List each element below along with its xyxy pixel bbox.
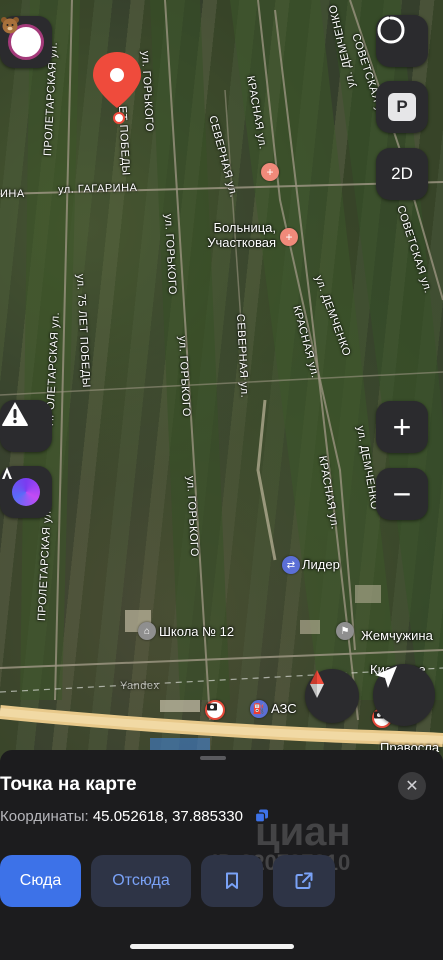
minus-icon: − [392, 476, 412, 512]
road-alert-button[interactable] [0, 400, 52, 452]
alice-assistant-button[interactable] [0, 466, 52, 518]
navigation-arrow-icon [375, 666, 397, 688]
home-indicator[interactable] [130, 944, 294, 949]
my-location-button[interactable] [373, 664, 435, 726]
coordinates-label: Координаты: [0, 808, 89, 825]
cian-watermark: циан [205, 810, 351, 855]
poi-label-lider[interactable]: Лидер [302, 557, 340, 572]
street-label-gagarina: ул. ГАГАРИНА [57, 181, 138, 196]
close-icon: ✕ [405, 778, 419, 795]
sheet-grabber[interactable] [200, 756, 226, 760]
fuel-station-icon[interactable]: ⛽ [250, 700, 268, 718]
watermark-brand: циан [255, 810, 351, 854]
school-icon[interactable]: ⌂ [138, 622, 156, 640]
share-icon [295, 872, 313, 889]
zoom-out-button[interactable]: − [376, 468, 428, 520]
hospital-icon[interactable]: + [280, 228, 298, 246]
parking-icon: P [388, 93, 416, 121]
view-mode-label: 2D [391, 164, 413, 183]
plus-icon: + [392, 409, 412, 445]
sheet-title: Точка на карте [0, 774, 137, 795]
bookmark-icon [226, 872, 238, 889]
poi-label-azs[interactable]: АЗС [271, 701, 297, 716]
profile-avatar-button[interactable] [0, 16, 52, 68]
alice-ring-icon [2, 467, 40, 506]
close-sheet-button[interactable]: ✕ [398, 772, 426, 800]
map-copyright-yandex: Yandex [120, 680, 160, 692]
shop-icon[interactable]: ⇄ [282, 556, 300, 574]
hospital-icon[interactable]: + [261, 163, 279, 181]
alice-ring-button[interactable] [376, 15, 428, 67]
parking-button[interactable]: P [376, 81, 428, 133]
map-view[interactable]: ПРОЛЕТАРСКАЯ ул. ПРОЛЕТАРСКАЯ ул. ПРОЛЕТ… [0, 0, 443, 760]
poi-label-hospital[interactable]: Больница, Участковая [200, 220, 276, 250]
bookmark-button[interactable] [201, 855, 263, 907]
store-icon[interactable]: ⚑ [336, 622, 354, 640]
street-label-gagarina: ИНА [0, 188, 25, 200]
compass-button[interactable] [305, 669, 359, 723]
route-here-button[interactable]: Сюда [0, 855, 81, 907]
zoom-in-button[interactable]: + [376, 401, 428, 453]
parking-label: P [396, 97, 408, 116]
bottom-sheet: Точка на карте Координаты: 45.052618, 37… [0, 750, 443, 960]
warning-triangle-icon [2, 402, 28, 426]
poi-label-zhemchuzhina[interactable]: Жемчужина [361, 628, 433, 643]
speed-camera-icon[interactable] [205, 700, 225, 720]
view-mode-toggle-button[interactable]: 2D [376, 148, 428, 200]
compass-icon [310, 670, 324, 698]
bear-avatar-icon [1, 17, 44, 60]
location-pin-icon[interactable] [91, 50, 143, 110]
pin-point-marker [113, 112, 125, 124]
poi-label-school[interactable]: Школа № 12 [159, 624, 234, 639]
circle-ring-icon [377, 16, 405, 44]
share-button[interactable] [273, 855, 335, 907]
route-from-button[interactable]: Отсюда [91, 855, 191, 907]
